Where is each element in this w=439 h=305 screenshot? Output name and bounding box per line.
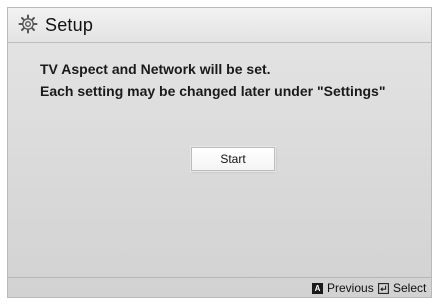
page-title: Setup <box>45 15 94 35</box>
start-button[interactable]: Start <box>191 147 275 171</box>
message-line-1: TV Aspect and Network will be set. <box>40 61 271 77</box>
previous-hint[interactable]: A Previous <box>312 281 374 295</box>
message-line-2: Each setting may be changed later under … <box>40 83 386 99</box>
footer-bar: A Previous Select <box>8 278 431 297</box>
select-hint[interactable]: Select <box>378 281 426 295</box>
a-button-icon: A <box>312 282 323 294</box>
previous-label: Previous <box>327 281 374 295</box>
enter-icon <box>378 282 389 294</box>
gear-icon <box>18 14 38 34</box>
select-label: Select <box>393 281 427 295</box>
setup-dialog: Setup TV Aspect and Network will be set.… <box>7 7 432 298</box>
setup-message: TV Aspect and Network will be set. Each … <box>40 58 385 102</box>
title-bar: Setup <box>8 8 431 43</box>
